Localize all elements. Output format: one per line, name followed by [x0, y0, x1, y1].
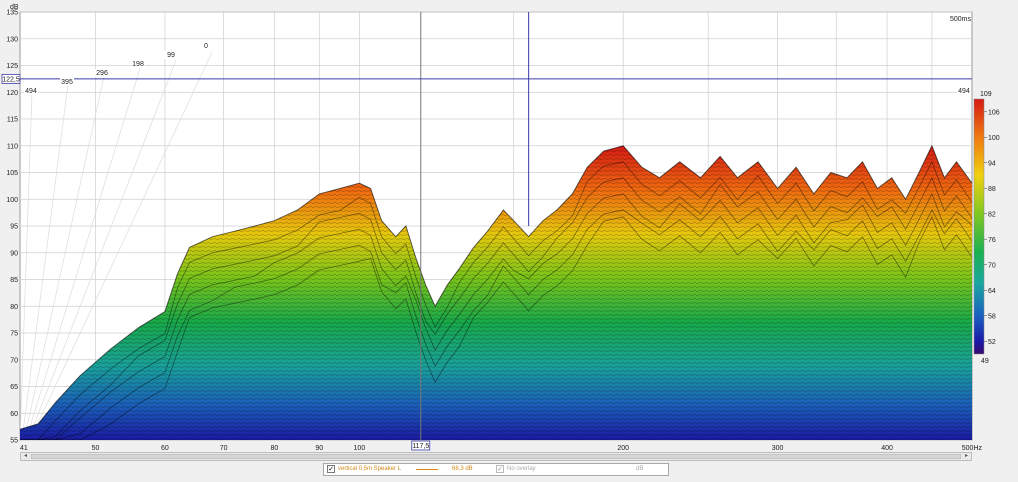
trace-checkbox[interactable]: ✓: [327, 465, 335, 473]
y-tick-label: 130: [6, 36, 18, 43]
waterfall-plot[interactable]: 117,5 122,5 41 50 60 70 80 90 100 200 300 400 500Hz…: [0, 0, 1018, 460]
x-tick-label: 70: [220, 445, 228, 452]
colorbar-tick-label: 106: [988, 109, 1000, 116]
colorbar-ticks: 52 58 64 70 76 82 88 94 100 106: [984, 109, 1000, 346]
y-tick-label: 120: [6, 90, 18, 97]
x-tick-label: 41: [20, 445, 28, 452]
colorbar-tick-label: 100: [988, 135, 1000, 142]
depth-label: 99: [167, 52, 175, 59]
y-tick-label: 100: [6, 197, 18, 204]
depth-label: 494: [958, 88, 970, 95]
y-tick-label: 55: [10, 438, 18, 445]
y-tick-label: 110: [7, 143, 18, 150]
x-tick-label: 50: [92, 445, 100, 452]
x-tick-label: 200: [617, 445, 629, 452]
colorbar-tick-label: 94: [988, 160, 996, 167]
x-tick-label: 300: [772, 445, 784, 452]
depth-label: 494: [25, 88, 37, 95]
colorbar-tick-label: 76: [988, 237, 996, 244]
overlay-name: No overlay: [507, 466, 536, 472]
scroll-left-arrow-icon[interactable]: ◂: [21, 453, 30, 460]
overlay-checkbox[interactable]: ✓: [496, 465, 504, 473]
x-tick-label: 100: [354, 445, 366, 452]
time-label: 500ms: [950, 16, 972, 23]
y-tick-label: 115: [7, 117, 18, 124]
depth-label: 198: [132, 61, 144, 68]
colorbar-min-label: 49: [981, 358, 989, 365]
depth-label: 395: [61, 79, 73, 86]
y-tick-label: 95: [10, 224, 18, 231]
y-tick-label: 75: [10, 331, 18, 338]
horizontal-scrollbar[interactable]: ◂ ▸: [20, 452, 972, 461]
x-tick-label: 500Hz: [962, 445, 983, 452]
scroll-thumb[interactable]: [31, 454, 961, 459]
frequency-cursor-label: 117,5: [412, 443, 429, 450]
depth-label: 0: [204, 43, 208, 50]
colorbar-gradient: [973, 98, 985, 355]
y-tick-label: 125: [6, 63, 18, 70]
x-tick-label: 400: [881, 445, 893, 452]
y-unit-label: dB: [10, 4, 19, 11]
colorbar: 52 58 64 70 76 82 88 94 100 106 109 49: [973, 91, 1000, 365]
depth-label: 296: [96, 70, 108, 77]
colorbar-tick-label: 52: [988, 339, 996, 346]
colorbar-tick-label: 70: [988, 262, 996, 269]
x-tick-label: 60: [161, 445, 169, 452]
y-tick-label: 80: [10, 304, 18, 311]
y-tick-label: 105: [6, 170, 18, 177]
y-tick-label: 90: [10, 250, 18, 257]
level-cursor-label: 122,5: [2, 76, 20, 83]
y-tick-label: 85: [10, 277, 18, 284]
scroll-right-arrow-icon[interactable]: ▸: [962, 453, 971, 460]
y-tick-label: 60: [10, 411, 18, 418]
x-tick-label: 80: [271, 445, 279, 452]
colorbar-tick-label: 88: [988, 186, 996, 193]
trace-color-swatch: [416, 469, 438, 470]
colorbar-tick-label: 82: [988, 211, 996, 218]
trace-value: 68,3 dB: [452, 466, 473, 472]
trace-legend: ✓ vertical 0,5m Speaker L 68,3 dB ✓ No o…: [323, 463, 669, 476]
x-axis-ticks: 41 50 60 70 80 90 100 200 300 400 500Hz: [20, 445, 983, 452]
colorbar-tick-label: 64: [988, 288, 996, 295]
overlay-unit: dB: [636, 466, 644, 472]
colorbar-tick-label: 58: [988, 313, 996, 320]
trace-name: vertical 0,5m Speaker L: [338, 466, 402, 472]
colorbar-max-label: 109: [980, 91, 992, 98]
x-tick-label: 90: [315, 445, 323, 452]
y-tick-label: 70: [10, 357, 18, 364]
y-tick-label: 65: [10, 384, 18, 391]
waterfall-chart[interactable]: 117,5 122,5 41 50 60 70 80 90 100 200 300 400 500Hz…: [0, 0, 1018, 460]
